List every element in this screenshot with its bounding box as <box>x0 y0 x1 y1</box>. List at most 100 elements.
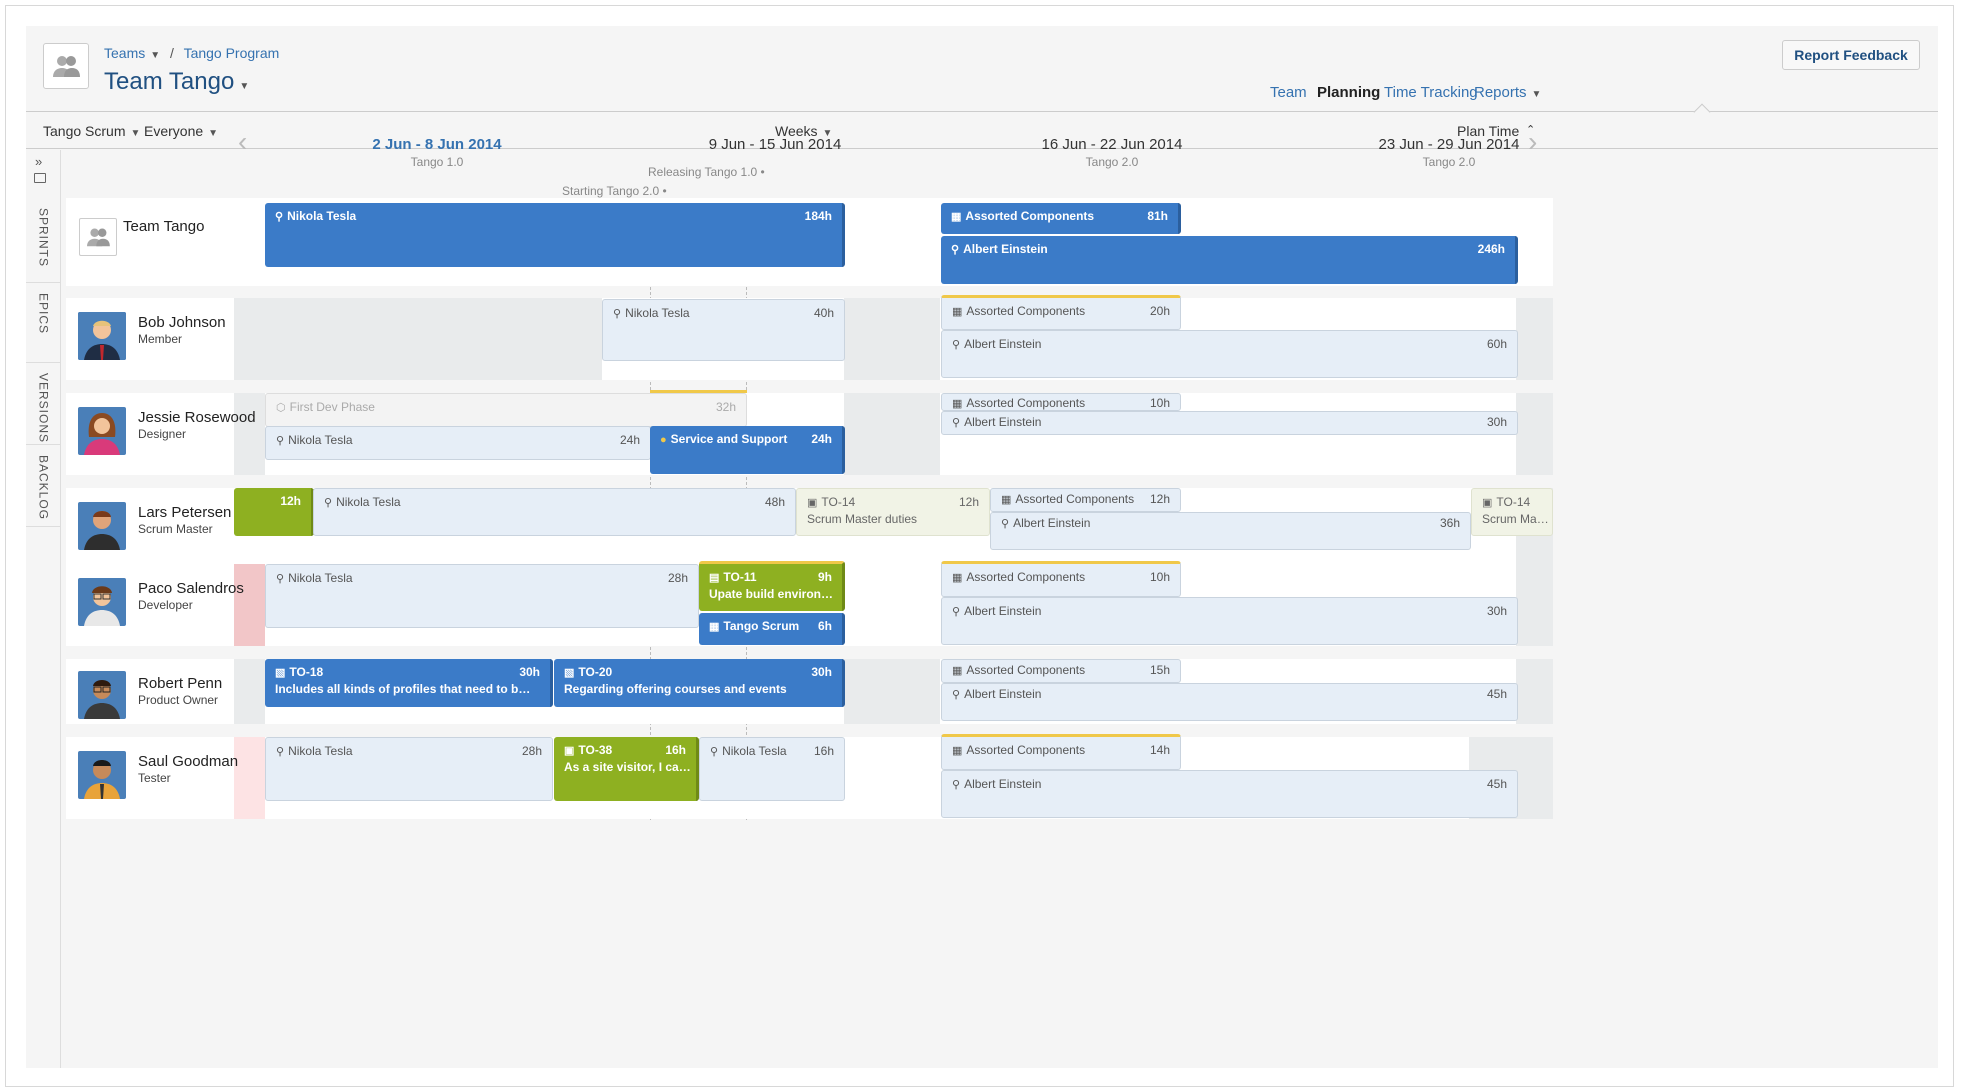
week-header: 2 Jun - 8 Jun 2014 Tango 1.0 <box>287 136 587 169</box>
app-window: Teams ▼ / Tango Program Team Tango ▼ Repor… <box>5 5 1954 1087</box>
issue-bar[interactable]: ▧ TO-18 30h Includes all kinds of profiles … <box>265 659 553 707</box>
assignment-bar[interactable]: ⚲ Nikola Tesla 28h <box>265 737 553 801</box>
people-filter-label: Everyone <box>144 123 204 139</box>
chevron-down-icon[interactable]: ▼ <box>239 81 249 92</box>
bar-label: ⚲ Albert Einstein <box>952 777 1041 791</box>
user-icon: ⚲ <box>952 689 961 701</box>
assignment-bar[interactable]: ⚲ Nikola Tesla 16h <box>699 737 845 801</box>
bar-label: ▦ Tango Scrum <box>709 619 799 633</box>
nonworking-band <box>844 298 940 380</box>
assignment-bar[interactable]: ⚲ Nikola Tesla 28h <box>265 564 699 628</box>
team-icon <box>53 56 80 77</box>
people-filter[interactable]: Everyone ▼ <box>144 123 218 139</box>
tab-reports-label: Reports <box>1474 84 1527 101</box>
bar-label: ▦ Assorted Components <box>952 396 1085 410</box>
person-icon <box>78 502 126 550</box>
assignment-bar[interactable]: ⚲ Albert Einstein 45h <box>941 683 1518 721</box>
assignment-bar[interactable]: ⚲ Albert Einstein 36h <box>990 512 1471 550</box>
breadcrumb: Teams ▼ / Tango Program <box>104 45 279 61</box>
page-title[interactable]: Team Tango ▼ <box>104 68 249 96</box>
epic-bar[interactable]: ⬡ First Dev Phase 32h <box>265 393 747 427</box>
component-icon: ▦ <box>1001 494 1012 506</box>
assignment-bar[interactable]: ▦ Assorted Components 12h <box>990 488 1181 512</box>
issue-bar[interactable]: ▧ TO-20 30h Regarding offering courses and … <box>554 659 845 707</box>
tab-time-tracking[interactable]: Time Tracking <box>1384 84 1478 101</box>
avatar <box>78 578 126 626</box>
issue-bar[interactable]: ▣TO-14 Scrum Master du <box>1471 488 1553 536</box>
breadcrumb-teams[interactable]: Teams <box>104 45 145 61</box>
row-name: Lars Petersen <box>138 504 232 521</box>
assignment-bar[interactable]: ▦ Assorted Components 14h <box>941 734 1181 770</box>
tab-planning[interactable]: Planning <box>1317 84 1380 101</box>
tab-epics[interactable]: EPICS <box>26 283 61 363</box>
assignment-bar[interactable]: ▦ Assorted Components 81h <box>941 203 1181 234</box>
bar-label: ⚲ Albert Einstein <box>952 687 1041 701</box>
milestone-release[interactable]: Releasing Tango 1.0 • <box>648 165 765 179</box>
assignment-bar[interactable]: ▦ Assorted Components 15h <box>941 659 1181 683</box>
row-role: Product Owner <box>138 693 219 707</box>
bar-label: ▧ TO-20 <box>564 665 612 679</box>
row-role: Scrum Master <box>138 522 213 536</box>
issue-icon: ▣ <box>807 497 818 509</box>
assignment-bar[interactable]: ⚲ Nikola Tesla 184h <box>265 203 845 267</box>
board-selector[interactable]: Tango Scrum ▼ <box>43 123 140 139</box>
user-icon: ⚲ <box>1001 518 1010 530</box>
previous-week-icon[interactable]: ‹ <box>238 126 247 158</box>
assignment-bar[interactable]: ⚲ Nikola Tesla 48h <box>313 488 796 536</box>
bar-label: ⚲ Nikola Tesla <box>710 744 787 758</box>
assignment-bar[interactable]: ⚲ Albert Einstein 45h <box>941 770 1518 818</box>
milestone-start[interactable]: Starting Tango 2.0 • <box>562 184 667 198</box>
assignment-bar[interactable]: ⚲ Albert Einstein 30h <box>941 597 1518 645</box>
bar-label-text: Assorted Components <box>966 743 1086 757</box>
page-title-text: Team Tango <box>104 68 235 95</box>
nonworking-band <box>234 659 265 724</box>
bar-hours: 30h <box>519 665 540 679</box>
report-feedback-button[interactable]: Report Feedback <box>1782 40 1920 70</box>
week-date: 2 Jun - 8 Jun 2014 <box>372 136 502 153</box>
bar-hours: 12h <box>958 495 979 509</box>
bar-label-text: TO-18 <box>289 665 324 679</box>
assignment-bar[interactable]: ● Service and Support 24h <box>650 426 845 474</box>
calendar-icon[interactable] <box>34 173 46 183</box>
assignment-bar[interactable]: ⚲ Albert Einstein 30h <box>941 411 1518 435</box>
bar-hours: 60h <box>1486 337 1507 351</box>
person-icon <box>78 407 126 455</box>
tab-team[interactable]: Team <box>1270 84 1307 101</box>
tab-backlog[interactable]: BACKLOG <box>26 445 61 527</box>
assignment-bar[interactable]: ⚲ Albert Einstein 60h <box>941 330 1518 378</box>
avatar <box>78 751 126 799</box>
chevron-down-icon[interactable]: ▼ <box>150 50 160 61</box>
bar-summary: Upate build environment ... <box>709 587 838 601</box>
issue-bar[interactable]: ▣TO-38 16h As a site visitor, I can em... <box>554 737 699 801</box>
bar-label: ▦ Assorted Components <box>951 209 1094 223</box>
bar-label-text: Service and Support <box>670 432 788 446</box>
issue-icon: ▣ <box>564 745 575 757</box>
bar-label-text: Albert Einstein <box>1013 516 1091 530</box>
row-role: Designer <box>138 427 187 441</box>
assignment-bar[interactable]: 12h <box>234 488 314 536</box>
breadcrumb-program[interactable]: Tango Program <box>184 45 280 61</box>
tab-reports[interactable]: Reports ▼ <box>1474 84 1541 101</box>
assignment-bar[interactable]: ⚲ Albert Einstein 246h <box>941 236 1518 284</box>
assignment-bar[interactable]: ⚲ Nikola Tesla 24h <box>265 426 651 460</box>
user-icon: ⚲ <box>952 339 961 351</box>
issue-bar[interactable]: ▣ TO-14 12h Scrum Master duties <box>796 488 990 536</box>
team-avatar <box>43 43 89 89</box>
bar-hours: 16h <box>813 744 834 758</box>
sprint-bar[interactable]: ▦ Tango Scrum 6h <box>699 613 845 645</box>
assignment-bar[interactable]: ⚲ Nikola Tesla 40h <box>602 299 845 361</box>
bar-hours: 15h <box>1149 663 1170 677</box>
bar-summary: Regarding offering courses and events <box>564 682 787 696</box>
issue-bar[interactable]: ▤TO-11 9h Upate build environment ... <box>699 561 845 611</box>
user-icon: ⚲ <box>952 417 961 429</box>
bar-label-text: Albert Einstein <box>964 687 1042 701</box>
bar-label-text: TO-14 <box>1496 495 1531 509</box>
expand-sidebar-icon[interactable]: » <box>35 154 42 169</box>
assignment-bar[interactable]: ▦ Assorted Components 10h <box>941 393 1181 411</box>
assignment-bar[interactable]: ▦ Assorted Components 10h <box>941 561 1181 597</box>
team-avatar <box>79 218 117 256</box>
tab-versions[interactable]: VERSIONS <box>26 363 61 445</box>
row-name: Bob Johnson <box>138 314 226 331</box>
assignment-bar[interactable]: ▦ Assorted Components 20h <box>941 295 1181 330</box>
tab-sprints[interactable]: SPRINTS <box>26 198 61 283</box>
